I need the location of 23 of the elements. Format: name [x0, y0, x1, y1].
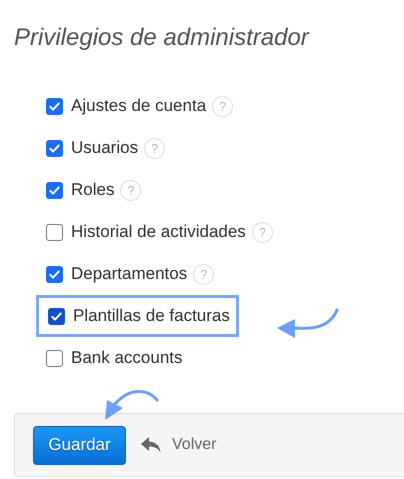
- checkbox-label: Departamentos: [71, 264, 188, 284]
- help-icon[interactable]: ?: [252, 222, 273, 242]
- checkbox[interactable]: [46, 224, 63, 240]
- checkbox-label: Bank accounts: [71, 348, 183, 368]
- reply-arrow-icon[interactable]: [140, 435, 162, 455]
- page-title: Privilegios de administrador: [14, 23, 310, 53]
- checkbox[interactable]: [46, 182, 63, 198]
- help-icon[interactable]: ?: [144, 138, 166, 158]
- help-icon[interactable]: ?: [193, 264, 214, 284]
- checkbox-label: Roles: [71, 180, 114, 200]
- checkbox[interactable]: [46, 266, 63, 282]
- checkbox-label: Historial de actividades: [71, 222, 246, 242]
- save-button[interactable]: Guardar: [33, 426, 126, 464]
- back-link[interactable]: Volver: [172, 436, 216, 454]
- checkbox-label: Plantillas de facturas: [73, 306, 230, 326]
- checkbox[interactable]: [46, 350, 63, 366]
- checkbox-label: Ajustes de cuenta: [71, 96, 206, 116]
- checkbox[interactable]: [48, 308, 65, 324]
- help-icon[interactable]: ?: [212, 96, 234, 116]
- checkbox-label: Usuarios: [71, 138, 138, 158]
- help-icon[interactable]: ?: [120, 180, 142, 200]
- checkbox[interactable]: [46, 98, 63, 114]
- checkbox[interactable]: [46, 140, 63, 156]
